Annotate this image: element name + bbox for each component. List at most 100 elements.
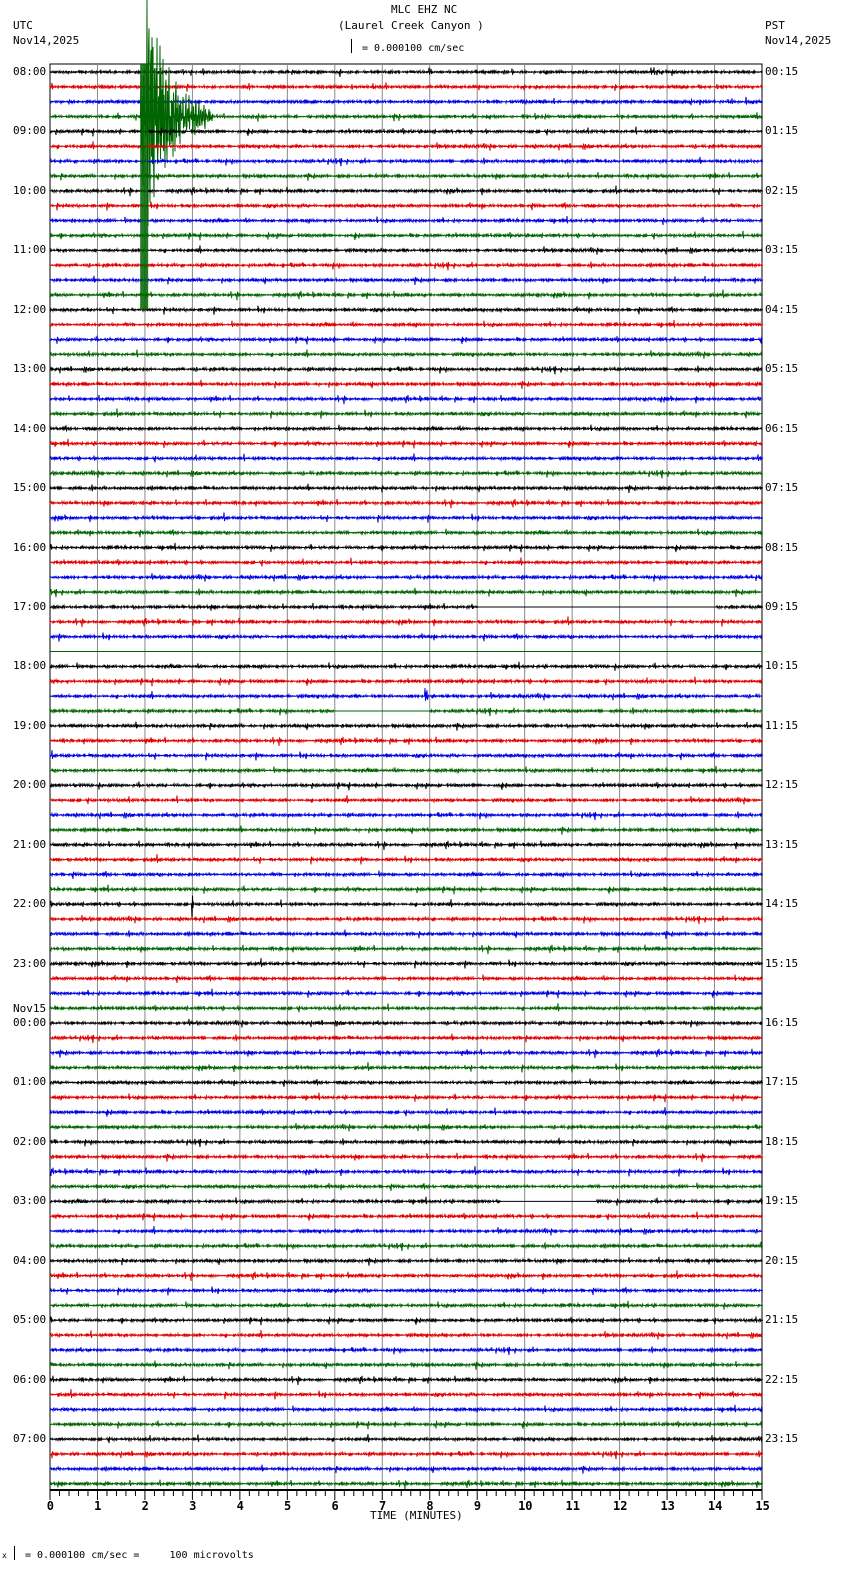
utc-hour-label: 10:00 [13,183,47,197]
footer-scale-bar-icon [14,1546,15,1560]
seismic-trace-58 [49,929,763,939]
seismic-trace-50 [49,811,763,821]
seismic-trace-87 [49,1360,763,1370]
pst-hour-label: 07:15 [765,481,799,495]
pst-hour-label: 11:15 [765,718,799,732]
seismic-trace-6 [49,156,763,167]
pst-hour-label: 22:15 [765,1372,799,1386]
seismic-trace-68 [49,1078,763,1088]
seismic-trace-90 [49,1404,763,1413]
seismic-trace-22 [49,394,763,405]
seismic-trace-9 [49,201,763,211]
seismic-trace-69 [49,1092,763,1103]
seismic-trace-73 [49,1152,763,1163]
seismic-trace-16 [49,305,763,315]
seismic-trace-35 [49,587,763,598]
seismic-trace-27 [49,469,763,479]
seismic-trace-21 [49,379,763,389]
seismic-trace-26 [49,453,763,463]
seismic-trace-51 [49,825,763,835]
seismic-trace-67 [49,1062,763,1073]
footer-mark: x [2,1551,7,1560]
seismic-trace-53 [49,854,763,865]
seismic-trace-71 [49,1123,763,1132]
pst-hour-label: 17:15 [765,1075,799,1089]
seismic-trace-18 [49,335,763,345]
seismic-trace-84 [49,1315,763,1326]
seismic-trace-72 [49,1137,763,1148]
seismic-trace-70 [49,1107,763,1117]
utc-hour-label: 20:00 [13,778,47,792]
seismic-trace-64 [49,1018,763,1028]
utc-hour-label: 04:00 [13,1253,47,1267]
utc-hour-label: 07:00 [13,1432,47,1446]
pst-hour-label: 01:15 [765,124,799,138]
clipped-event-signal [140,64,149,310]
seismic-trace-36 [49,602,763,611]
utc-hour-label: 06:00 [13,1372,47,1386]
utc-hour-label: 08:00 [13,65,47,78]
utc-hour-label: 21:00 [13,837,47,851]
x-tick-label: 15 [755,1499,770,1513]
seismic-trace-94 [49,1464,763,1474]
pst-hour-label: 15:15 [765,956,799,970]
utc-hour-label: 22:00 [13,897,47,911]
pst-hour-label: 04:15 [765,302,799,316]
x-tick-label: 4 [236,1499,244,1513]
utc-hour-label: 16:00 [13,540,47,554]
seismic-trace-74 [49,1166,763,1177]
x-tick-label: 14 [707,1499,723,1513]
pst-hour-label: 02:15 [765,183,799,197]
pst-hour-label: 20:15 [765,1253,799,1267]
utc-hour-label: 05:00 [13,1313,47,1327]
pst-hour-label: 19:15 [765,1194,799,1208]
utc-hour-label: 18:00 [13,659,47,673]
x-tick-label: 5 [284,1499,292,1513]
seismic-trace-12 [49,245,763,255]
seismic-trace-66 [49,1048,763,1059]
pst-hour-label: 12:15 [765,778,799,792]
seismic-trace-78 [49,1226,763,1236]
seismic-trace-8 [49,185,763,197]
seismic-trace-80 [49,1256,763,1266]
pst-hour-label: 14:15 [765,897,799,911]
seismic-trace-59 [49,944,763,955]
x-tick-label: 13 [660,1499,675,1513]
seismic-trace-93 [49,1450,763,1460]
seismic-trace-37 [49,616,763,628]
seismic-trace-20 [49,365,763,375]
utc-hour-label: 02:00 [13,1134,47,1148]
seismic-trace-56 [49,895,763,919]
seismic-trace-62 [49,988,763,999]
x-tick-label: 6 [331,1499,339,1513]
seismic-trace-33 [49,557,763,567]
seismic-trace-61 [49,974,763,984]
seismic-trace-95 [49,1479,763,1490]
utc-hour-label: 11:00 [13,243,47,257]
seismic-trace-28 [49,483,763,494]
utc-hour-label: 01:00 [13,1075,47,1089]
seismic-trace-11 [49,230,763,241]
seismic-trace-77 [49,1211,763,1222]
seismic-trace-54 [49,870,763,880]
seismic-trace-65 [49,1033,763,1044]
utc-hour-label: 00:00 [13,1016,47,1030]
x-tick-label: 9 [473,1499,482,1513]
pst-hour-label: 18:15 [765,1134,799,1148]
pst-hour-label: 23:15 [765,1432,799,1446]
utc-hour-label: 15:00 [13,481,47,495]
helicorder-plot [49,0,763,1500]
seismic-trace-83 [49,1300,763,1310]
utc-hour-label: 09:00 [13,124,47,138]
pst-hour-label: 03:15 [765,243,799,257]
seismic-trace-30 [49,512,763,523]
utc-hour-label: 03:00 [13,1194,47,1208]
seismic-trace-63 [49,1003,763,1013]
seismic-trace-55 [49,884,763,895]
pst-hour-label: 08:15 [765,540,799,554]
seismic-trace-32 [49,542,763,553]
seismic-trace-46 [49,750,763,761]
seismic-trace-29 [49,498,763,509]
x-tick-label: 11 [565,1499,580,1513]
seismic-trace-42 [49,688,763,701]
